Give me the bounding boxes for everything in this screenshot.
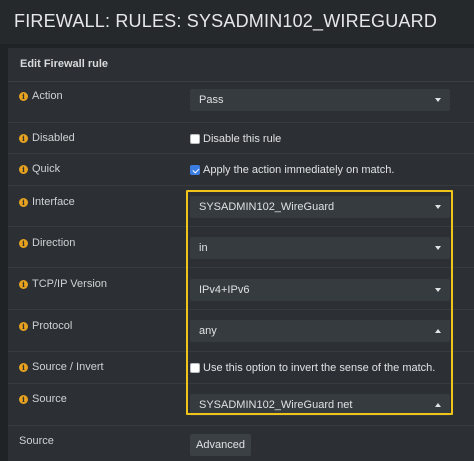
caret-down-icon: [435, 205, 441, 209]
source-row: i Source SYSADMIN102_WireGuard net: [8, 383, 474, 426]
caret-up-icon: [435, 403, 441, 407]
firewall-rule-page: FIREWALL: RULES: SYSADMIN102_WIREGUARD E…: [0, 0, 474, 461]
page-title: FIREWALL: RULES: SYSADMIN102_WIREGUARD: [14, 11, 438, 31]
source-label: i Source: [19, 393, 67, 405]
source-invert-checkbox[interactable]: [190, 363, 200, 373]
source-invert-row: i Source / Invert Use this option to inv…: [8, 351, 474, 384]
source-invert-label: i Source / Invert: [19, 361, 104, 373]
info-circle-icon[interactable]: i: [19, 362, 28, 372]
source-select[interactable]: SYSADMIN102_WireGuard net: [190, 394, 450, 416]
caret-down-icon: [435, 246, 441, 250]
tcpip-version-row: i TCP/IP Version IPv4+IPv6: [8, 267, 474, 310]
direction-select[interactable]: in: [190, 237, 450, 259]
title-bar: FIREWALL: RULES: SYSADMIN102_WIREGUARD: [0, 0, 474, 44]
interface-select[interactable]: SYSADMIN102_WireGuard: [190, 196, 450, 218]
quick-row: i Quick Apply the action immediately on …: [8, 153, 474, 186]
direction-row: i Direction in: [8, 226, 474, 268]
caret-down-icon: [435, 288, 441, 292]
info-circle-icon[interactable]: i: [19, 321, 28, 331]
source-advanced-label: Source: [19, 435, 54, 447]
info-circle-icon[interactable]: i: [19, 91, 28, 101]
source-advanced-row: Source Advanced: [8, 425, 474, 461]
protocol-row: i Protocol any: [8, 309, 474, 352]
advanced-button[interactable]: Advanced: [190, 434, 251, 456]
protocol-select[interactable]: any: [190, 320, 450, 342]
interface-row: i Interface SYSADMIN102_WireGuard: [8, 185, 474, 227]
tcpip-version-select[interactable]: IPv4+IPv6: [190, 279, 450, 301]
disabled-row: i Disabled Disable this rule: [8, 122, 474, 154]
source-invert-checkbox-wrap[interactable]: Use this option to invert the sense of t…: [190, 362, 435, 374]
action-select[interactable]: Pass: [190, 89, 450, 111]
quick-label: i Quick: [19, 163, 60, 175]
info-circle-icon[interactable]: i: [19, 133, 28, 143]
info-circle-icon[interactable]: i: [19, 164, 28, 174]
info-circle-icon[interactable]: i: [19, 279, 28, 289]
caret-down-icon: [435, 98, 441, 102]
protocol-label: i Protocol: [19, 320, 72, 332]
tcpip-version-label: i TCP/IP Version: [19, 278, 107, 290]
quick-checkbox-wrap[interactable]: Apply the action immediately on match.: [190, 164, 394, 176]
panel-title: Edit Firewall rule: [20, 58, 109, 70]
quick-checkbox[interactable]: [190, 165, 200, 175]
interface-label: i Interface: [19, 196, 75, 208]
action-row: i Action Pass: [8, 82, 474, 122]
info-circle-icon[interactable]: i: [19, 197, 28, 207]
caret-up-icon: [435, 329, 441, 333]
disabled-checkbox-wrap[interactable]: Disable this rule: [190, 133, 281, 145]
info-circle-icon[interactable]: i: [19, 394, 28, 404]
info-circle-icon[interactable]: i: [19, 238, 28, 248]
disabled-checkbox[interactable]: [190, 134, 200, 144]
action-label: i Action: [19, 90, 63, 102]
panel-header: Edit Firewall rule: [8, 48, 474, 82]
direction-label: i Direction: [19, 237, 75, 249]
disabled-label: i Disabled: [19, 132, 75, 144]
